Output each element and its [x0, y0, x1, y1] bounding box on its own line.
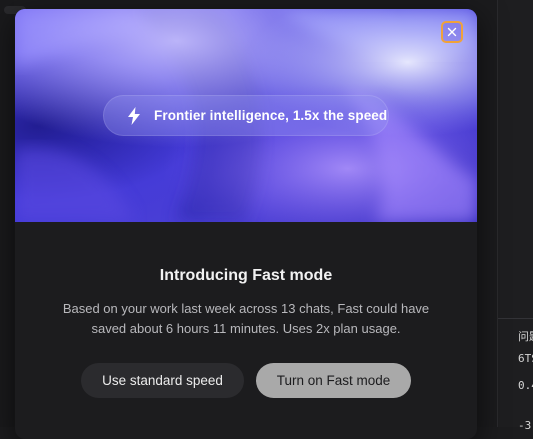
- turn-on-fast-mode-button[interactable]: Turn on Fast mode: [256, 363, 411, 398]
- close-button[interactable]: [441, 21, 463, 43]
- use-standard-speed-button[interactable]: Use standard speed: [81, 363, 244, 398]
- dialog-description: Based on your work last week across 13 c…: [45, 299, 447, 339]
- terminal-line: 6TS: [518, 352, 533, 365]
- speed-pill-text: Frontier intelligence, 1.5x the speed: [154, 108, 387, 123]
- left-edge: [0, 0, 14, 427]
- lightning-bolt-icon: [126, 107, 142, 125]
- panel-divider: [498, 318, 533, 319]
- speed-pill: Frontier intelligence, 1.5x the speed: [103, 95, 389, 136]
- editor-area: [498, 0, 533, 318]
- fast-mode-dialog: Frontier intelligence, 1.5x the speed In…: [15, 9, 477, 439]
- terminal-line: -3: [518, 419, 531, 432]
- dialog-title: Introducing Fast mode: [15, 267, 477, 285]
- terminal-line: 0.4: [518, 379, 533, 392]
- hero-image: Frontier intelligence, 1.5x the speed: [15, 9, 477, 222]
- terminal-tab-label[interactable]: 问题: [518, 328, 533, 344]
- close-icon: [447, 27, 457, 37]
- background-editor-panel: 问题 6TS 0.4 -3: [497, 0, 533, 427]
